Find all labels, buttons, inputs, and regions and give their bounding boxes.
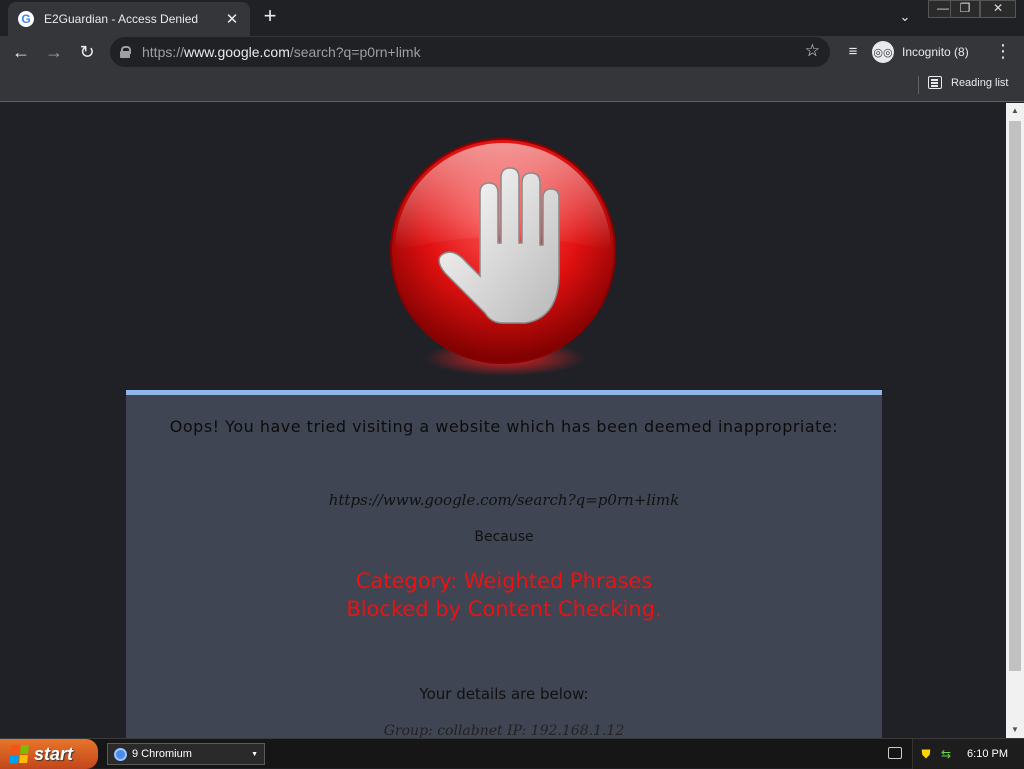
- system-tray: ⛊ ⇆ 6:10 PM: [912, 739, 1024, 769]
- page-viewport: Oops! You have tried visiting a website …: [0, 103, 1006, 738]
- windows-logo-icon: [9, 745, 29, 763]
- divider: [918, 76, 919, 94]
- block-reason: Category: Weighted Phrases Blocked by Co…: [126, 567, 882, 623]
- because-label: Because: [474, 529, 534, 545]
- network-icon[interactable]: ⇆: [939, 747, 953, 761]
- tab-active[interactable]: G E2Guardian - Access Denied ✕: [8, 2, 250, 36]
- start-label: start: [34, 743, 74, 764]
- window-close-button[interactable]: ✕: [980, 0, 1016, 18]
- block-category: Category: Weighted Phrases: [355, 569, 653, 593]
- back-arrow-icon[interactable]: ←: [9, 40, 33, 64]
- new-tab-button[interactable]: +: [258, 5, 282, 29]
- chromium-icon: [114, 747, 127, 761]
- url-text[interactable]: https://www.google.com/search?q=p0rn+lim…: [142, 44, 421, 60]
- dropdown-arrow-icon: ▼: [251, 750, 258, 758]
- tab-search-chevron-icon[interactable]: ⌄: [894, 6, 916, 28]
- scroll-up-icon[interactable]: ▲: [1006, 103, 1024, 119]
- close-tab-icon[interactable]: ✕: [224, 10, 240, 28]
- lock-icon[interactable]: [120, 46, 131, 58]
- start-button[interactable]: start: [0, 739, 98, 769]
- reading-list-icon: [928, 76, 942, 89]
- stop-hand-icon: [390, 138, 616, 376]
- google-favicon-icon: G: [18, 11, 34, 27]
- scroll-down-icon[interactable]: ▼: [1006, 722, 1024, 738]
- reading-list-label: Reading list: [951, 76, 1009, 89]
- security-shield-icon[interactable]: ⛊: [919, 747, 933, 761]
- block-message-panel: Oops! You have tried visiting a website …: [126, 390, 882, 738]
- bookmark-star-icon[interactable]: ☆: [805, 41, 820, 61]
- page-scrollbar[interactable]: ▲ ▼: [1006, 103, 1024, 738]
- reading-mode-icon[interactable]: ≡: [842, 40, 864, 64]
- reading-list-button[interactable]: Reading list: [928, 76, 1008, 89]
- taskbar-item-chromium[interactable]: 9 Chromium ▼: [107, 743, 265, 765]
- restore-button[interactable]: ❐: [950, 0, 980, 18]
- taskbar: start 9 Chromium ▼ ⛊ ⇆ 6:10 PM: [0, 738, 1024, 769]
- clock: 6:10 PM: [967, 748, 1008, 760]
- browser-toolbar: ← → ↻ https://www.google.com/search?q=p0…: [0, 36, 1024, 68]
- scroll-thumb[interactable]: [1009, 121, 1021, 671]
- reload-icon[interactable]: ↻: [75, 40, 99, 64]
- tab-strip: G E2Guardian - Access Denied ✕ + ⌄ — ❐ ✕: [0, 0, 1024, 36]
- bookmarks-bar: Reading list: [0, 68, 1024, 102]
- group-ip-line: Group: collabnet IP: 192.168.1.12: [383, 723, 625, 738]
- taskbar-item-label: 9 Chromium: [132, 748, 192, 760]
- page-title: Oops! You have tried visiting a website …: [169, 417, 839, 436]
- incognito-icon: ◎◎: [872, 41, 894, 63]
- incognito-label: Incognito (8): [902, 45, 969, 59]
- address-bar[interactable]: https://www.google.com/search?q=p0rn+lim…: [110, 37, 830, 67]
- keyboard-icon[interactable]: [888, 747, 902, 759]
- kebab-menu-icon[interactable]: ⋮: [994, 40, 1012, 64]
- block-method: Blocked by Content Checking.: [346, 597, 662, 621]
- incognito-button[interactable]: ◎◎ Incognito (8): [872, 39, 982, 65]
- tab-title: E2Guardian - Access Denied: [44, 12, 199, 26]
- details-heading: Your details are below:: [419, 685, 589, 703]
- forward-arrow-icon[interactable]: →: [42, 40, 66, 64]
- blocked-url: https://www.google.com/search?q=p0rn+lim…: [328, 491, 680, 509]
